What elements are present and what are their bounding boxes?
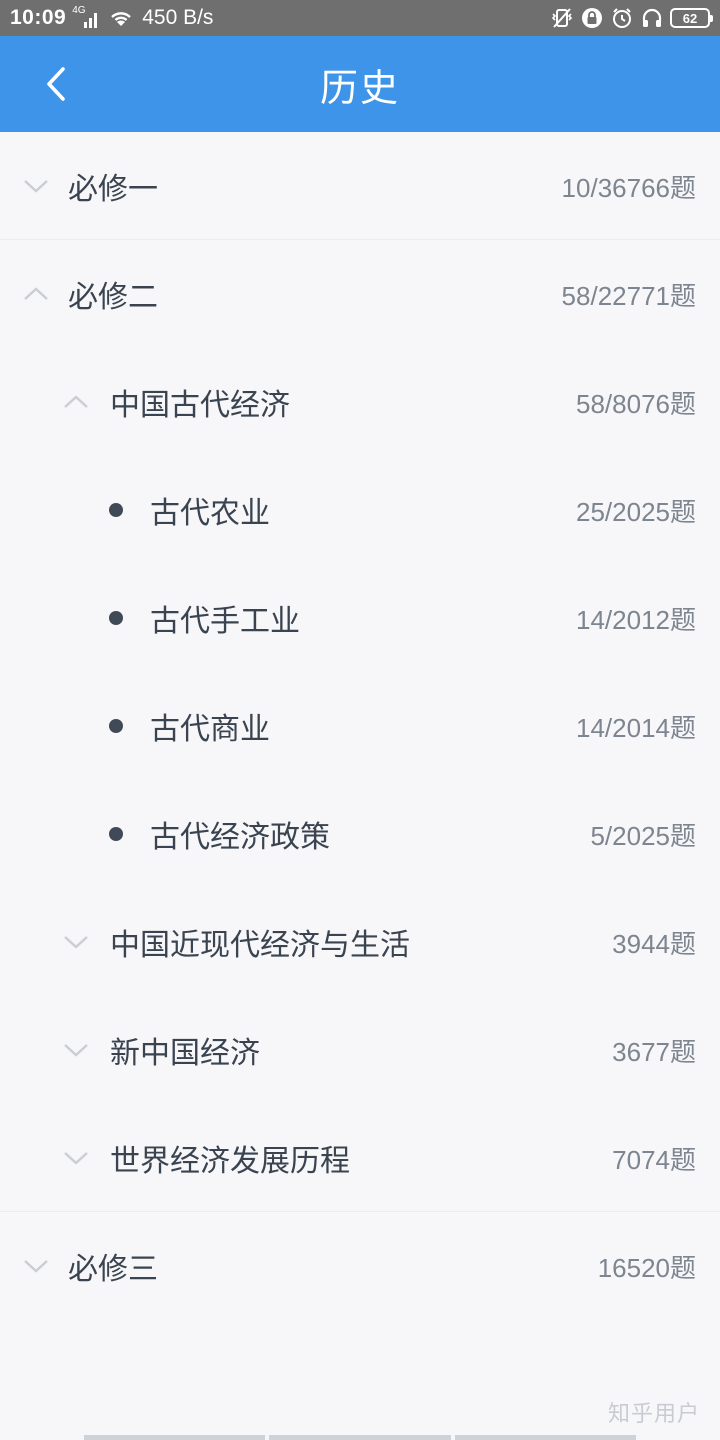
status-bar-left: 10:09 4G 450 B/s bbox=[10, 5, 214, 30]
question-count: 10/36766题 bbox=[561, 172, 696, 203]
list-item-label: 新中国经济 bbox=[110, 1036, 260, 1071]
list-item-label: 古代手工业 bbox=[150, 604, 300, 639]
question-count: 58/8076题 bbox=[576, 388, 696, 419]
vibrate-icon bbox=[550, 6, 574, 30]
back-button[interactable] bbox=[28, 58, 84, 110]
list-item-modern-economy[interactable]: 中国近现代经济与生活 3944题 bbox=[0, 888, 720, 996]
list-item-label: 古代商业 bbox=[150, 712, 270, 747]
lock-icon bbox=[580, 6, 604, 30]
list-item-bixiu-2[interactable]: 必修二 58/22771题 bbox=[0, 240, 720, 348]
chevron-down-icon bbox=[22, 172, 50, 200]
status-time: 10:09 bbox=[10, 6, 67, 29]
scroll-segment bbox=[454, 1435, 636, 1440]
list-item-label: 中国近现代经济与生活 bbox=[110, 928, 410, 963]
list-item-bixiu-3[interactable]: 必修三 16520题 bbox=[0, 1212, 720, 1320]
network-type: 4G bbox=[72, 5, 86, 16]
scroll-indicator bbox=[84, 1435, 636, 1440]
page-title: 历史 bbox=[319, 65, 400, 110]
signal-icon: 4G bbox=[72, 5, 100, 29]
question-count: 7074题 bbox=[612, 1144, 696, 1175]
alarm-icon bbox=[610, 6, 634, 30]
chevron-down-icon bbox=[62, 1036, 90, 1064]
question-count: 14/2012题 bbox=[576, 604, 696, 635]
scroll-segment bbox=[84, 1435, 266, 1440]
question-count: 25/2025题 bbox=[576, 496, 696, 527]
question-count: 3677题 bbox=[612, 1036, 696, 1067]
chevron-down-icon bbox=[22, 1252, 50, 1280]
bullet-icon bbox=[109, 827, 123, 841]
bullet-icon bbox=[109, 503, 123, 517]
chevron-left-icon bbox=[47, 67, 65, 101]
list-item-label: 中国古代经济 bbox=[110, 388, 290, 423]
wifi-icon bbox=[108, 8, 134, 28]
chevron-up-icon bbox=[62, 388, 90, 416]
list-item-bixiu-1[interactable]: 必修一 10/36766题 bbox=[0, 132, 720, 240]
headset-icon bbox=[640, 6, 664, 30]
list-item-ancient-handicraft[interactable]: 古代手工业 14/2012题 bbox=[0, 564, 720, 672]
question-count: 58/22771题 bbox=[561, 280, 696, 311]
scroll-segment bbox=[269, 1435, 451, 1440]
app-bar: 历史 bbox=[0, 36, 720, 132]
battery-level: 62 bbox=[682, 10, 698, 26]
list-item-label: 必修三 bbox=[68, 1252, 158, 1287]
question-count: 3944题 bbox=[612, 928, 696, 959]
list-item-label: 必修二 bbox=[68, 280, 158, 315]
list-item-label: 世界经济发展历程 bbox=[110, 1144, 350, 1179]
list-item-ancient-economic-policy[interactable]: 古代经济政策 5/2025题 bbox=[0, 780, 720, 888]
list-item-ancient-commerce[interactable]: 古代商业 14/2014题 bbox=[0, 672, 720, 780]
bullet-icon bbox=[109, 611, 123, 625]
chevron-down-icon bbox=[62, 928, 90, 956]
list-item-label: 必修一 bbox=[68, 172, 158, 207]
chevron-up-icon bbox=[22, 280, 50, 308]
list-item-label: 古代农业 bbox=[150, 496, 270, 531]
network-speed: 450 B/s bbox=[142, 6, 214, 29]
list-item-new-china-economy[interactable]: 新中国经济 3677题 bbox=[0, 996, 720, 1104]
list-item-ancient-agriculture[interactable]: 古代农业 25/2025题 bbox=[0, 456, 720, 564]
battery-icon: 62 bbox=[670, 8, 713, 28]
list-item-label: 古代经济政策 bbox=[150, 820, 330, 855]
list-item-ancient-economy[interactable]: 中国古代经济 58/8076题 bbox=[0, 348, 720, 456]
list-item-world-economy[interactable]: 世界经济发展历程 7074题 bbox=[0, 1104, 720, 1212]
status-bar: 10:09 4G 450 B/s 62 bbox=[0, 0, 720, 36]
chapter-list: 必修一 10/36766题 必修二 58/22771题 中国古代经济 58/80… bbox=[0, 132, 720, 1320]
question-count: 16520题 bbox=[597, 1252, 696, 1283]
bullet-icon bbox=[109, 719, 123, 733]
status-bar-right: 62 bbox=[550, 6, 713, 30]
question-count: 5/2025题 bbox=[590, 820, 696, 851]
question-count: 14/2014题 bbox=[576, 712, 696, 743]
chevron-down-icon bbox=[62, 1144, 90, 1172]
watermark: 知乎用户 bbox=[607, 1402, 700, 1427]
